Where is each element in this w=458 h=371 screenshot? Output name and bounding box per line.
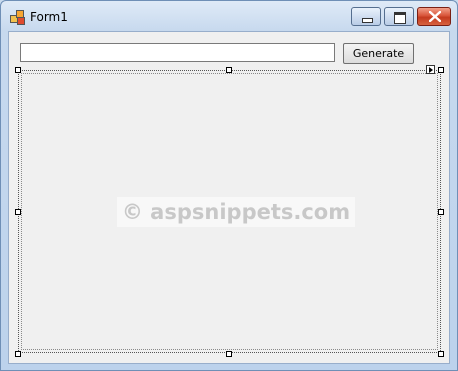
resize-handle-top-right[interactable] <box>438 67 444 73</box>
resize-handle-bottom-left[interactable] <box>15 351 21 357</box>
form-window: Form1 Generate © aspsnippets.com <box>0 0 458 371</box>
resize-handle-top-left[interactable] <box>15 67 21 73</box>
resize-handle-middle-left[interactable] <box>15 209 21 215</box>
maximize-icon <box>394 12 406 24</box>
form-app-icon <box>10 10 25 25</box>
resize-handle-middle-right[interactable] <box>438 209 444 215</box>
watermark-text: © aspsnippets.com <box>117 197 355 227</box>
resize-handle-bottom-middle[interactable] <box>226 351 232 357</box>
window-title: Form1 <box>30 10 68 24</box>
text-input[interactable] <box>20 43 335 62</box>
resize-handle-top-middle[interactable] <box>226 67 232 73</box>
resize-handle-bottom-right[interactable] <box>438 351 444 357</box>
maximize-button[interactable] <box>384 7 414 26</box>
title-bar[interactable]: Form1 <box>1 1 457 31</box>
close-button[interactable] <box>417 7 451 26</box>
minimize-icon <box>362 18 373 23</box>
close-icon <box>429 11 441 22</box>
smart-tag-arrow-icon[interactable] <box>426 65 435 74</box>
minimize-button[interactable] <box>351 7 381 26</box>
generate-button[interactable]: Generate <box>343 43 414 64</box>
form-client-area: Generate © aspsnippets.com <box>8 31 450 364</box>
